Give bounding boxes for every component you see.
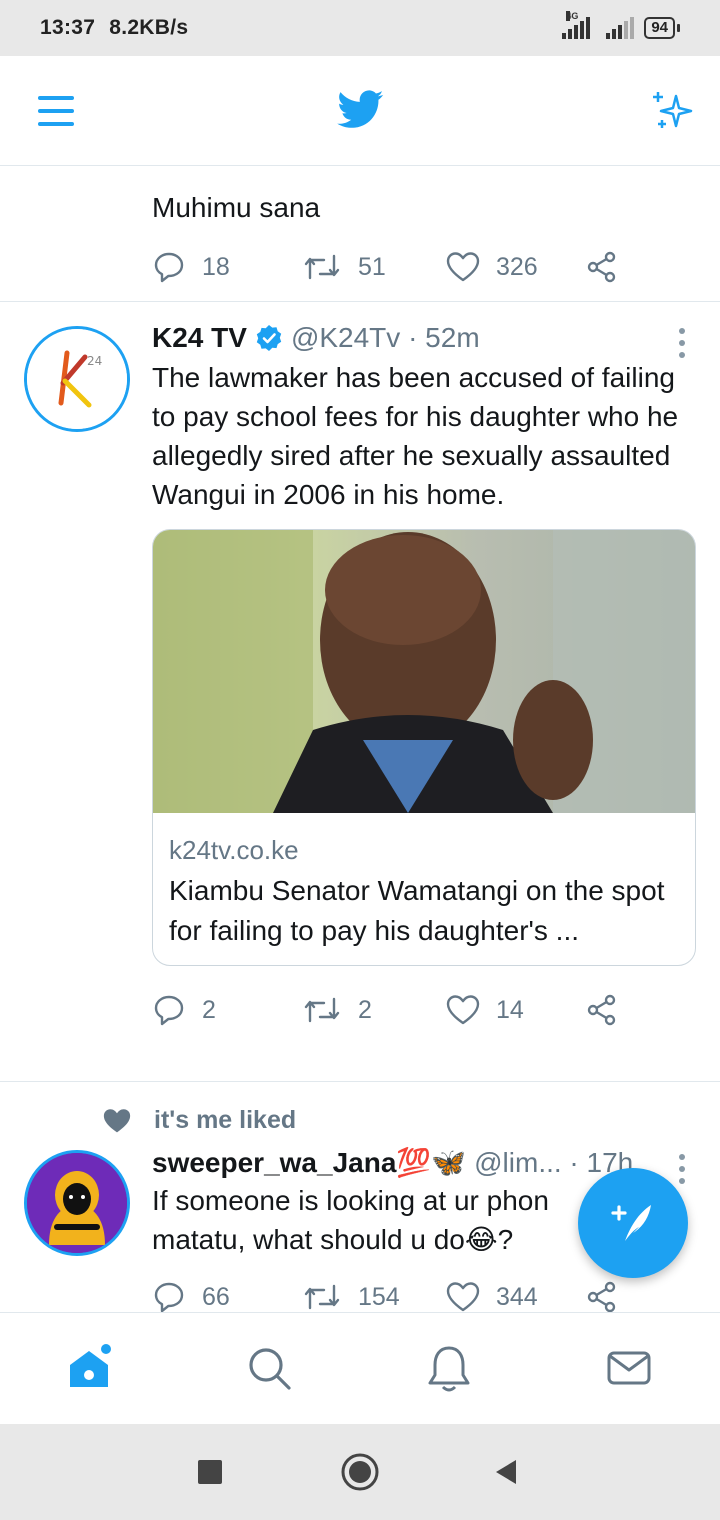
retweet-button[interactable]: 154: [302, 1282, 446, 1312]
heart-filled-icon: [103, 1108, 131, 1132]
retweet-icon: [304, 1284, 340, 1310]
retweet-button[interactable]: 2: [302, 995, 446, 1025]
twitter-bird-icon[interactable]: [336, 86, 386, 132]
retweet-icon: [304, 254, 340, 280]
cell-signal-2-icon: [606, 17, 635, 39]
heart-icon: [446, 1282, 480, 1312]
tweet-actions: 18 51 326: [152, 247, 690, 287]
share-icon: [587, 251, 616, 283]
status-net-speed: 8.2KB/s: [109, 16, 189, 39]
share-icon: [587, 1281, 616, 1312]
share-button[interactable]: [586, 994, 618, 1026]
like-button[interactable]: 14: [446, 994, 586, 1026]
compose-tweet-button[interactable]: [578, 1168, 688, 1278]
hamburger-menu-icon[interactable]: [38, 96, 74, 126]
tweet-actions: 2 2 14: [152, 990, 690, 1030]
retweet-count: 51: [358, 252, 386, 281]
reply-count: 18: [202, 252, 230, 281]
hooded-figure-avatar: [27, 1153, 127, 1253]
social-context-label: it's me liked: [154, 1106, 297, 1134]
author-name[interactable]: K24 TV: [152, 320, 247, 356]
reply-icon: [154, 252, 184, 283]
tweet-text: The lawmaker has been accused of failing…: [152, 362, 679, 510]
cell-signal-icon: 4G: [562, 11, 596, 39]
tweet[interactable]: Muhimu sana 18 51 326: [0, 166, 720, 302]
svg-text:24: 24: [87, 354, 102, 368]
heart-icon: [446, 995, 480, 1025]
home-icon[interactable]: [64, 1343, 114, 1393]
heart-icon: [446, 252, 480, 282]
reply-button[interactable]: 18: [152, 251, 302, 283]
card-title: Kiambu Senator Wamatangi on the spot for…: [169, 875, 665, 946]
recents-icon[interactable]: [198, 1460, 222, 1484]
reply-count: 2: [202, 995, 216, 1024]
link-card[interactable]: k24tv.co.ke Kiambu Senator Wamatangi on …: [152, 529, 696, 966]
timeline-feed[interactable]: Muhimu sana 18 51 326 24 K24 TV @K24Tv ·…: [0, 166, 720, 1312]
author-name[interactable]: sweeper_wa_Jana💯🦋: [152, 1145, 466, 1181]
tweet-actions: 66 154 344: [152, 1277, 690, 1312]
more-options-icon[interactable]: [678, 1154, 686, 1184]
like-button[interactable]: 326: [446, 251, 586, 283]
more-options-icon[interactable]: [678, 328, 686, 358]
status-bar: 13:37 8.2KB/s 4G 94: [0, 0, 720, 56]
card-image: [153, 530, 695, 813]
home-button-icon[interactable]: [340, 1452, 380, 1492]
search-icon[interactable]: [244, 1343, 294, 1393]
share-icon: [587, 994, 616, 1026]
top-nav: [0, 56, 720, 166]
reply-button[interactable]: 66: [152, 1281, 302, 1312]
bottom-tab-bar: [0, 1312, 720, 1424]
retweet-icon: [304, 997, 340, 1023]
share-button[interactable]: [586, 251, 618, 283]
tweet-text: Muhimu sana: [152, 192, 321, 223]
retweet-count: 154: [358, 1282, 400, 1311]
reply-button[interactable]: 2: [152, 994, 302, 1026]
reply-icon: [154, 1282, 184, 1312]
reply-count: 66: [202, 1282, 230, 1311]
author-handle-time: @K24Tv · 52m: [290, 322, 480, 353]
network-type: 4G: [566, 11, 579, 21]
sparkle-icon[interactable]: [648, 86, 698, 136]
social-context: it's me liked: [0, 1082, 720, 1135]
compose-feather-icon: [611, 1205, 651, 1241]
like-count: 344: [496, 1282, 538, 1311]
share-button[interactable]: [586, 1281, 618, 1312]
system-navigation-bar: [0, 1424, 720, 1520]
messages-icon[interactable]: [604, 1343, 654, 1393]
retweet-button[interactable]: 51: [302, 252, 446, 282]
avatar[interactable]: [24, 1150, 130, 1256]
avatar[interactable]: 24: [24, 326, 130, 432]
tweet[interactable]: 24 K24 TV @K24Tv · 52m The lawmaker has …: [0, 302, 720, 1082]
like-button[interactable]: 344: [446, 1281, 586, 1312]
like-count: 326: [496, 252, 538, 281]
verified-badge-icon: [256, 325, 282, 351]
notifications-icon[interactable]: [424, 1343, 474, 1393]
battery-icon: 94: [644, 17, 680, 39]
like-count: 14: [496, 995, 524, 1024]
k24-logo: 24: [27, 329, 127, 429]
back-icon[interactable]: [492, 1458, 520, 1486]
battery-level: 94: [644, 17, 675, 39]
card-domain: k24tv.co.ke: [169, 835, 299, 865]
retweet-count: 2: [358, 995, 372, 1024]
reply-icon: [154, 995, 184, 1026]
status-time: 13:37: [40, 16, 96, 39]
